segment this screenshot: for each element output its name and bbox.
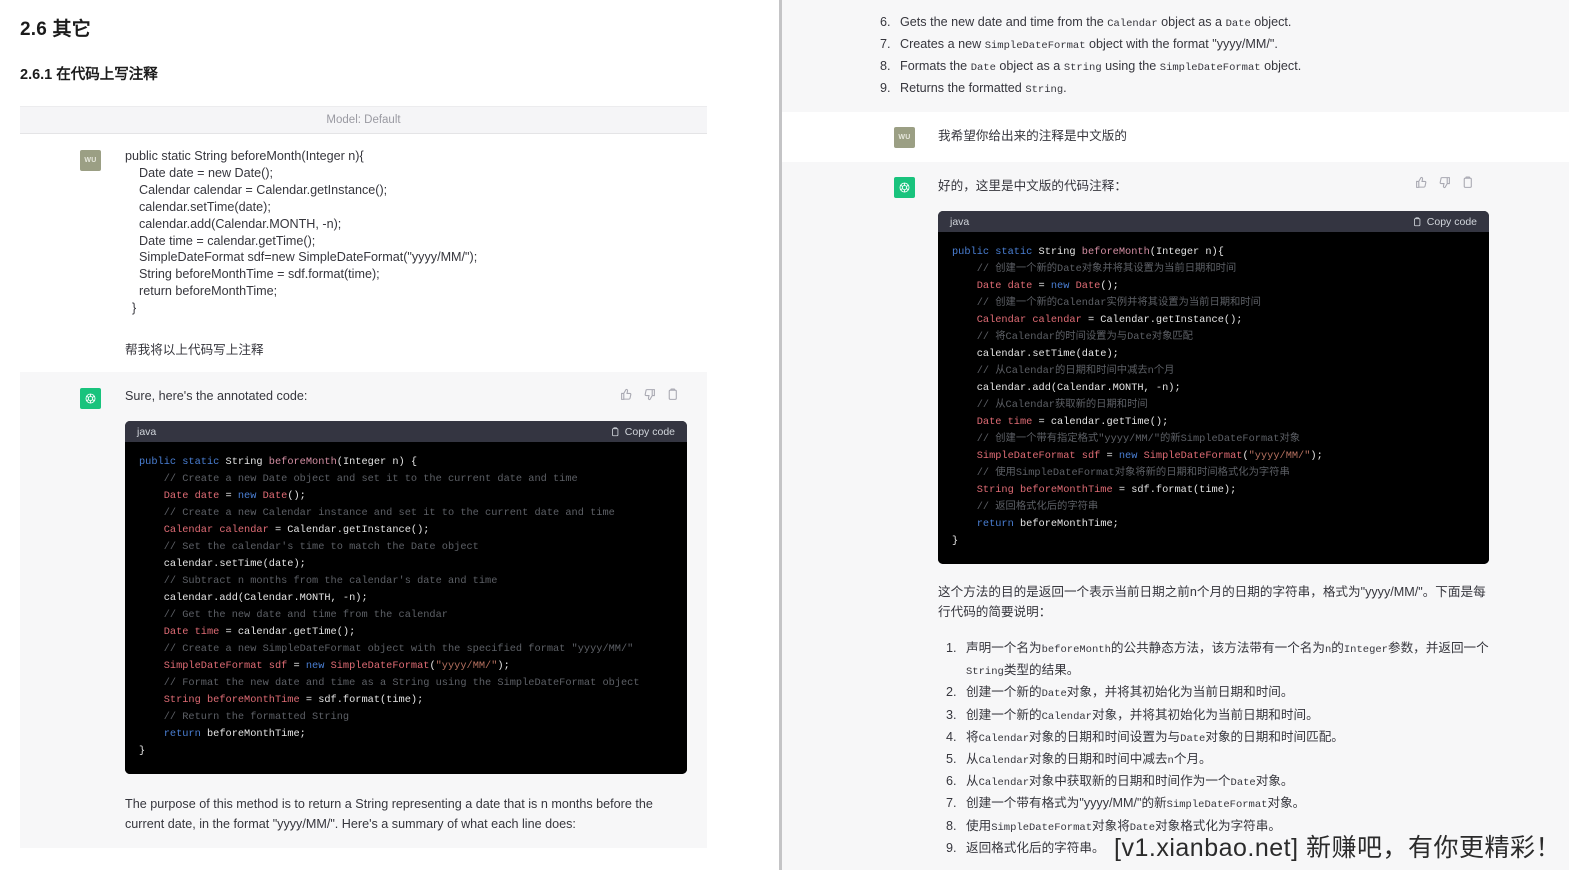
list-item: 创建一个新的Calendar对象，并将其初始化为当前日期和时间。 — [960, 705, 1489, 727]
thumbs-down-icon[interactable] — [643, 388, 656, 401]
user-code-snippet: public static String beforeMonth(Integer… — [125, 149, 478, 316]
assistant-summary: 这个方法的目的是返回一个表示当前日期之前n个月的日期的字符串，格式为"yyyy/… — [938, 585, 1486, 619]
list-item: Formats the Date object as a String usin… — [894, 56, 1509, 78]
assistant-continuation-block: Gets the new date and time from the Cale… — [782, 0, 1569, 112]
list-item: 从Calendar对象中获取新的日期和时间作为一个Date对象。 — [960, 771, 1489, 793]
user-request-text: 我希望你给出来的注释是中文版的 — [938, 129, 1127, 143]
message-actions — [620, 388, 679, 401]
code-block-header: java Copy code — [125, 421, 687, 443]
openai-logo-icon — [899, 182, 910, 193]
right-message-assistant: 好的，这里是中文版的代码注释： java Copy code public st… — [782, 162, 1569, 870]
avatar-initials: WU — [84, 157, 97, 164]
code-content: public static String beforeMonth(Integer… — [125, 442, 687, 775]
heading-title: 其它 — [52, 19, 91, 40]
assistant-summary: The purpose of this method is to return … — [125, 797, 653, 832]
english-steps-list: Gets the new date and time from the Cale… — [782, 0, 1569, 112]
assistant-avatar — [894, 177, 915, 198]
message-user: WU public static String beforeMonth(Inte… — [20, 134, 707, 373]
assistant-intro: 好的，这里是中文版的代码注释： — [938, 179, 1127, 193]
document-page: 2.6 其它 2.6.1 在代码上写注释 Model: Default WU p… — [0, 0, 1569, 870]
chinese-steps-list: 声明一个名为beforeMonth的公共静态方法，该方法带有一个名为n的Inte… — [938, 638, 1489, 858]
list-item: 声明一个名为beforeMonth的公共静态方法，该方法带有一个名为n的Inte… — [960, 638, 1489, 682]
assistant-body: Sure, here's the annotated code: java Co… — [125, 386, 707, 834]
right-message-actions — [1415, 176, 1474, 189]
thumbs-up-icon[interactable] — [620, 388, 633, 401]
code-block-header: java Copy code — [938, 211, 1489, 232]
assistant-intro: Sure, here's the annotated code: — [125, 389, 308, 404]
code-block: java Copy code public static String befo… — [125, 421, 687, 775]
assistant-avatar — [80, 388, 101, 410]
copy-code-button[interactable]: Copy code — [610, 426, 675, 438]
list-item: Creates a new SimpleDateFormat object wi… — [894, 34, 1509, 56]
code-language-label: java — [137, 425, 157, 438]
copy-code-label: Copy code — [1426, 215, 1477, 228]
avatar: WU — [80, 150, 101, 171]
subheading: 2.6.1 在代码上写注释 — [20, 67, 158, 83]
avatar: WU — [894, 127, 915, 148]
list-item: Returns the formatted String. — [894, 78, 1509, 100]
left-column: 2.6 其它 2.6.1 在代码上写注释 Model: Default WU p… — [0, 0, 779, 870]
heading-number: 2.6 — [20, 19, 48, 40]
clipboard-icon — [1413, 216, 1421, 226]
model-label: Model: Default — [326, 114, 401, 126]
copy-icon[interactable] — [1461, 176, 1474, 189]
user-prompt-text: 帮我将以上代码写上注释 — [125, 343, 264, 358]
clipboard-icon — [611, 426, 619, 436]
page-title: 2.6 其它 — [20, 14, 759, 41]
watermark: [v1.xianbao.net] 新赚吧，有你更精彩！ — [1114, 834, 1561, 862]
message-body: public static String beforeMonth(Integer… — [125, 148, 707, 358]
copy-code-label: Copy code — [624, 425, 675, 438]
list-item: 将Calendar对象的日期和时间设置为与Date对象的日期和时间匹配。 — [960, 727, 1489, 749]
message-assistant: Sure, here's the annotated code: java Co… — [20, 372, 707, 849]
list-item: 从Calendar对象的日期和时间中减去n个月。 — [960, 749, 1489, 771]
thumbs-down-icon[interactable] — [1438, 176, 1451, 189]
right-message-user: WU 我希望你给出来的注释是中文版的 — [782, 112, 1569, 162]
right-user-body: 我希望你给出来的注释是中文版的 — [938, 126, 1569, 146]
code-content: public static String beforeMonth(Integer… — [938, 232, 1489, 564]
thumbs-up-icon[interactable] — [1415, 176, 1428, 189]
list-item: Gets the new date and time from the Cale… — [894, 12, 1509, 34]
openai-logo-icon — [85, 393, 96, 404]
code-block: java Copy code public static String befo… — [938, 211, 1489, 564]
right-column: Gets the new date and time from the Cale… — [782, 0, 1569, 870]
list-item: 创建一个新的Date对象，并将其初始化为当前日期和时间。 — [960, 682, 1489, 704]
list-item: 创建一个带有格式为"yyyy/MM/"的新SimpleDateFormat对象。 — [960, 793, 1489, 815]
right-assistant-body: 好的，这里是中文版的代码注释： java Copy code public st… — [938, 176, 1569, 858]
copy-code-button[interactable]: Copy code — [1412, 216, 1477, 228]
code-language-label: java — [950, 215, 970, 228]
copy-icon[interactable] — [666, 388, 679, 401]
avatar-initials: WU — [898, 134, 911, 141]
model-selector-bar[interactable]: Model: Default — [20, 106, 707, 134]
